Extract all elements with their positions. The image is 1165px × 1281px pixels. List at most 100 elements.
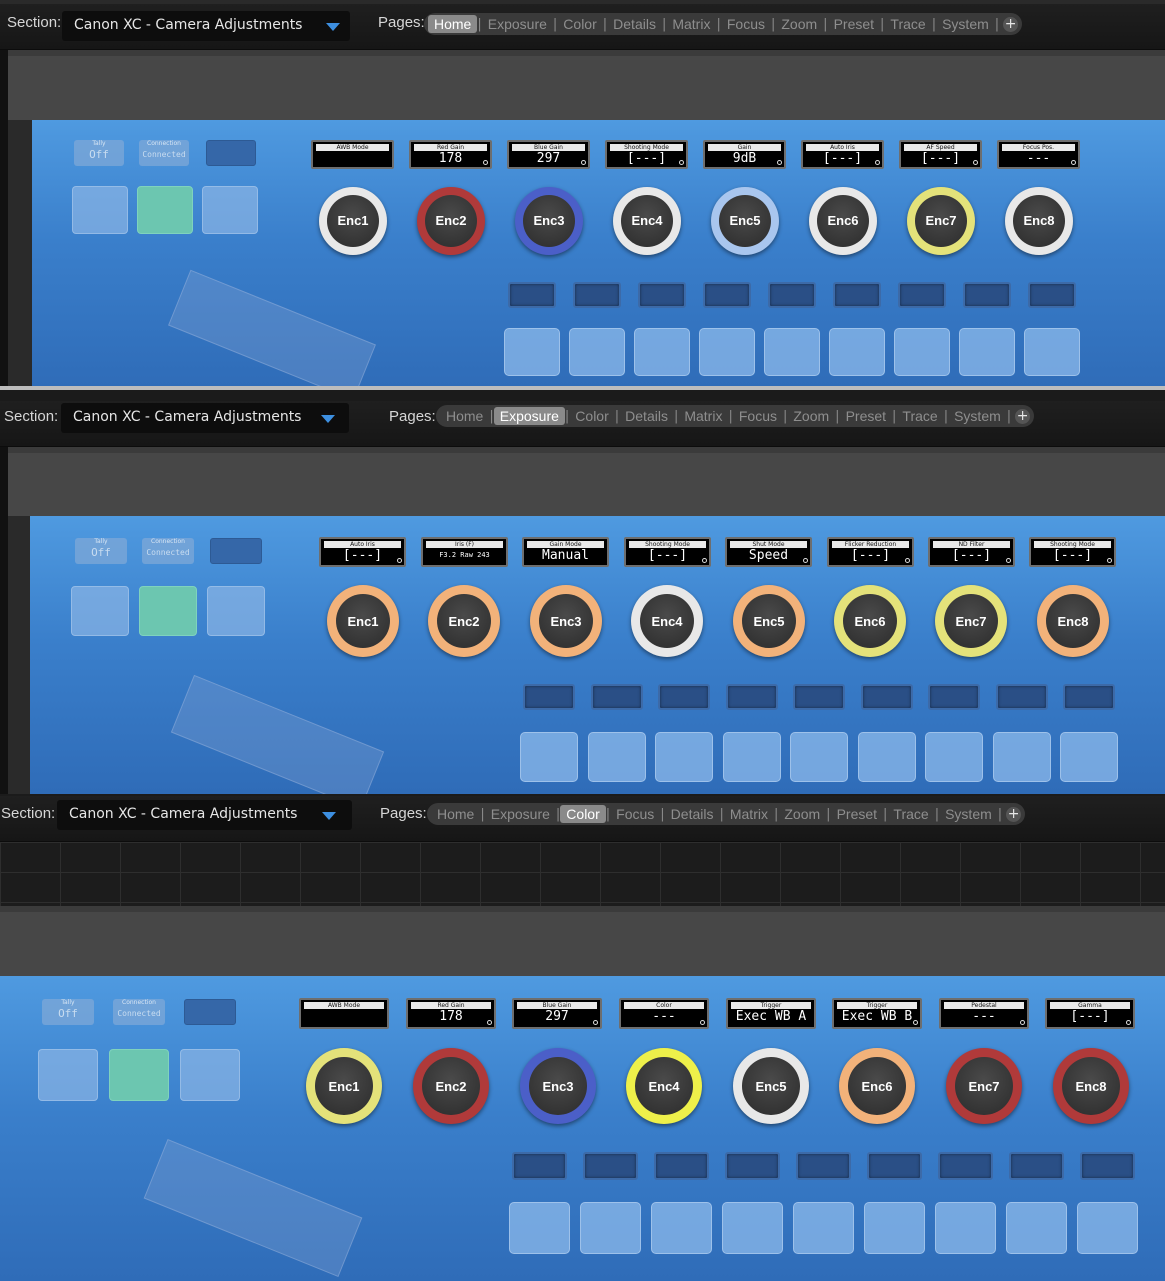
large-button[interactable] — [1024, 328, 1080, 376]
small-button[interactable] — [1063, 684, 1115, 710]
encoder-knob[interactable]: Enc2 — [417, 187, 485, 255]
small-button[interactable] — [523, 684, 575, 710]
small-button[interactable] — [654, 1152, 709, 1180]
tab-focus[interactable]: Focus — [721, 15, 771, 33]
tab-matrix[interactable]: Matrix — [724, 805, 774, 823]
tab-color[interactable]: Color — [560, 805, 606, 823]
large-button[interactable] — [1006, 1202, 1067, 1254]
large-button[interactable] — [655, 732, 713, 782]
small-button[interactable] — [703, 282, 751, 308]
encoder-knob[interactable]: Enc3 — [530, 585, 602, 657]
chevron-down-icon[interactable] — [322, 812, 336, 820]
large-button[interactable] — [793, 1202, 854, 1254]
encoder-knob[interactable]: Enc4 — [626, 1048, 702, 1124]
encoder-knob[interactable]: Enc1 — [306, 1048, 382, 1124]
tab-preset[interactable]: Preset — [831, 805, 883, 823]
large-button[interactable] — [1077, 1202, 1138, 1254]
large-button[interactable] — [864, 1202, 925, 1254]
tab-exposure[interactable]: Exposure — [493, 407, 565, 425]
ghost-button[interactable] — [38, 1049, 98, 1101]
large-button[interactable] — [993, 732, 1051, 782]
encoder-knob[interactable]: Enc2 — [428, 585, 500, 657]
section-dropdown[interactable]: Canon XC - Camera Adjustments — [61, 403, 349, 433]
tab-matrix[interactable]: Matrix — [666, 15, 716, 33]
small-button[interactable] — [638, 282, 686, 308]
small-button[interactable] — [726, 684, 778, 710]
section-dropdown[interactable]: Canon XC - Camera Adjustments — [57, 800, 352, 830]
small-button[interactable] — [1080, 1152, 1135, 1180]
small-button[interactable] — [861, 684, 913, 710]
ghost-button[interactable] — [180, 1049, 240, 1101]
tab-details[interactable]: Details — [607, 15, 662, 33]
tab-home[interactable]: Home — [440, 407, 489, 425]
ghost-button[interactable] — [71, 586, 129, 636]
tab-exposure[interactable]: Exposure — [482, 15, 553, 33]
tab-zoom[interactable]: Zoom — [775, 15, 823, 33]
large-button[interactable] — [634, 328, 690, 376]
encoder-knob[interactable]: Enc6 — [839, 1048, 915, 1124]
tab-preset[interactable]: Preset — [840, 407, 892, 425]
small-button[interactable] — [898, 282, 946, 308]
large-button[interactable] — [790, 732, 848, 782]
tab-exposure[interactable]: Exposure — [485, 805, 556, 823]
large-button[interactable] — [959, 328, 1015, 376]
small-button[interactable] — [1009, 1152, 1064, 1180]
large-button[interactable] — [829, 328, 885, 376]
small-button[interactable] — [512, 1152, 567, 1180]
encoder-knob[interactable]: Enc8 — [1005, 187, 1073, 255]
small-button[interactable] — [938, 1152, 993, 1180]
tab-home[interactable]: Home — [428, 15, 478, 33]
encoder-knob[interactable]: Enc7 — [907, 187, 975, 255]
tab-matrix[interactable]: Matrix — [678, 407, 728, 425]
tab-color[interactable]: Color — [557, 15, 602, 33]
tab-zoom[interactable]: Zoom — [787, 407, 835, 425]
large-button[interactable] — [569, 328, 625, 376]
encoder-knob[interactable]: Enc7 — [946, 1048, 1022, 1124]
encoder-knob[interactable]: Enc2 — [413, 1048, 489, 1124]
large-button[interactable] — [858, 732, 916, 782]
large-button[interactable] — [723, 732, 781, 782]
small-button[interactable] — [591, 684, 643, 710]
encoder-knob[interactable]: Enc5 — [733, 585, 805, 657]
ghost-button[interactable] — [207, 586, 265, 636]
large-button[interactable] — [1060, 732, 1118, 782]
tab-system[interactable]: System — [936, 15, 995, 33]
large-button[interactable] — [764, 328, 820, 376]
tab-color[interactable]: Color — [569, 407, 614, 425]
large-button[interactable] — [588, 732, 646, 782]
ghost-button[interactable] — [72, 186, 128, 234]
small-button[interactable] — [793, 684, 845, 710]
tab-home[interactable]: Home — [431, 805, 480, 823]
tab-system[interactable]: System — [939, 805, 998, 823]
add-page-button[interactable]: + — [1006, 806, 1022, 822]
tab-trace[interactable]: Trace — [896, 407, 943, 425]
section-dropdown[interactable]: Canon XC - Camera Adjustments — [62, 11, 350, 41]
encoder-knob[interactable]: Enc8 — [1053, 1048, 1129, 1124]
small-button[interactable] — [867, 1152, 922, 1180]
encoder-knob[interactable]: Enc6 — [809, 187, 877, 255]
ghost-button-active[interactable] — [109, 1049, 169, 1101]
add-page-button[interactable]: + — [1015, 408, 1031, 424]
tab-zoom[interactable]: Zoom — [778, 805, 826, 823]
add-page-button[interactable]: + — [1003, 16, 1019, 32]
small-button[interactable] — [796, 1152, 851, 1180]
encoder-knob[interactable]: Enc8 — [1037, 585, 1109, 657]
small-button[interactable] — [658, 684, 710, 710]
small-button[interactable] — [725, 1152, 780, 1180]
encoder-knob[interactable]: Enc7 — [935, 585, 1007, 657]
small-button[interactable] — [768, 282, 816, 308]
large-button[interactable] — [699, 328, 755, 376]
encoder-knob[interactable]: Enc3 — [515, 187, 583, 255]
tab-focus[interactable]: Focus — [610, 805, 660, 823]
encoder-knob[interactable]: Enc5 — [711, 187, 779, 255]
small-button[interactable] — [833, 282, 881, 308]
small-button[interactable] — [508, 282, 556, 308]
encoder-knob[interactable]: Enc3 — [520, 1048, 596, 1124]
chevron-down-icon[interactable] — [326, 23, 340, 31]
small-button[interactable] — [583, 1152, 638, 1180]
large-button[interactable] — [580, 1202, 641, 1254]
large-button[interactable] — [894, 328, 950, 376]
encoder-knob[interactable]: Enc4 — [631, 585, 703, 657]
encoder-knob[interactable]: Enc1 — [319, 187, 387, 255]
encoder-knob[interactable]: Enc5 — [733, 1048, 809, 1124]
